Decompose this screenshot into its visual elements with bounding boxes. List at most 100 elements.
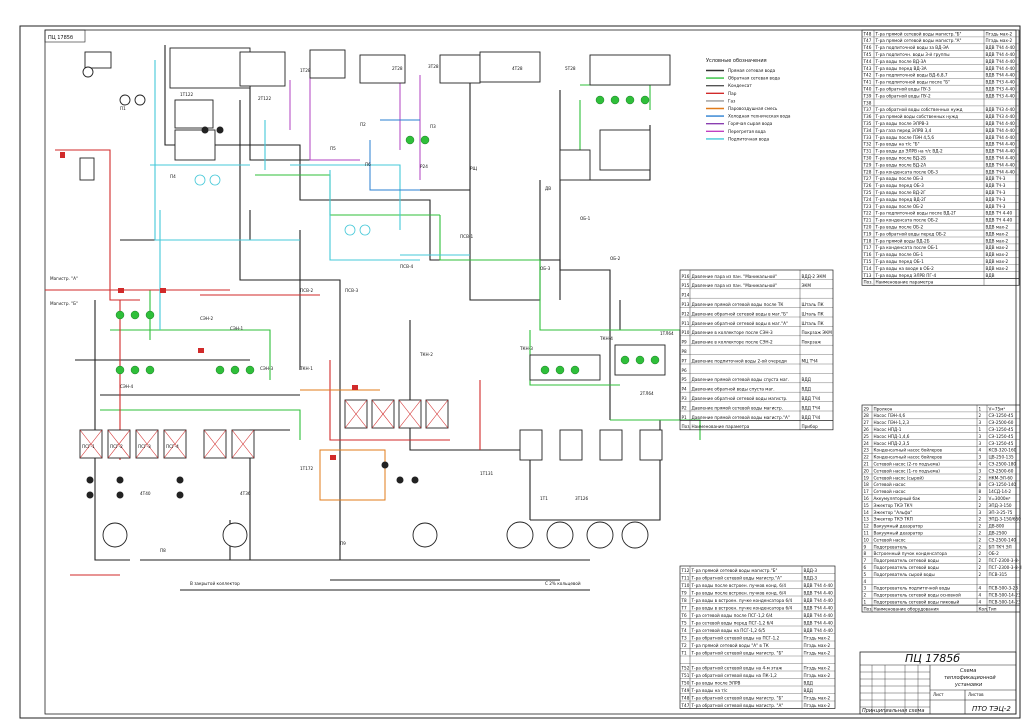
table-cell: Т-ра воды после ЭЛРВ	[691, 680, 741, 685]
table-cell: Давление пара из пан. "Маникальной"	[692, 274, 778, 279]
valve-label: СЭН-1	[230, 326, 244, 331]
table-cell: 19	[864, 475, 870, 480]
table-header-cell: Прибор	[802, 424, 819, 429]
table-cell: Т8	[681, 598, 688, 603]
table-cell: Т16	[863, 252, 872, 257]
table-cell: Т-ра воды в встроен. пучке конденсатора …	[691, 598, 793, 603]
steam-valve-markers	[60, 152, 358, 460]
table-cell: 2	[979, 413, 982, 418]
legend-item-label: Прямая сетевая вода	[728, 68, 776, 73]
table-cell: Р2	[682, 405, 688, 410]
table-cell: Т-ра прямой воды ВД-2Б	[875, 238, 930, 243]
label-psg3: ПСГ-3	[138, 444, 151, 449]
table-cell: 7	[864, 558, 867, 563]
table-cell: ВДВ ТЧ-3	[986, 176, 1006, 181]
table-header-cell: Наименование параметра	[692, 424, 750, 429]
table-cell: Давление обратной сетевой воды в маг."А"	[692, 321, 788, 326]
table-cell: Встроенный пучок конденсатора	[874, 551, 948, 556]
table-cell: ВДД	[804, 688, 814, 693]
table-cell: 4	[979, 586, 982, 591]
table-cell: Т43	[863, 66, 872, 71]
table-cell: 17	[864, 489, 870, 494]
table-cell: Т-ра обратной воды ПУ-3	[875, 87, 932, 92]
valve-label: П3	[430, 124, 436, 129]
valve-label: Р24	[420, 164, 428, 169]
table-cell: Пгздь мах-2	[804, 665, 831, 670]
table-cell: Т51	[681, 673, 690, 678]
legend-item-label: Пар	[728, 91, 737, 96]
table-cell: Т-ра воды после ОБ-3	[875, 176, 924, 181]
table-cell: Р11	[682, 321, 690, 326]
table-cell: Р3	[682, 396, 688, 401]
table-cell: 3	[979, 420, 982, 425]
table-cell: БП ТКЧ ЭЛ	[989, 544, 1012, 549]
table-cell: Р4	[682, 387, 688, 392]
table-cell: СЭ-2500-60	[989, 468, 1014, 473]
table-cell: V=75м³	[989, 406, 1006, 411]
table-cell: Т12	[681, 568, 690, 573]
table-cell: Т-ра обратной сетевой воды на 4-м этаж	[691, 665, 783, 670]
table-cell: ДВ-2500	[989, 531, 1008, 536]
table-cell: ВДВ ТЧ4 4-40	[804, 620, 834, 625]
valve-label: ТКН-1	[299, 366, 313, 371]
table-cell: 13	[864, 517, 870, 522]
table-cell: Т-ра подпиточной воды ВД-6,8,7	[875, 73, 948, 78]
table-cell: Т6	[681, 613, 688, 618]
table-cell: 3	[979, 510, 982, 515]
valve-label: П4	[170, 174, 176, 179]
table-cell: 1	[979, 427, 982, 432]
table-cell: ВДД	[802, 377, 812, 382]
table-cell: ВДВ ТЧ3 4-40	[986, 93, 1016, 98]
table-cell: Т39	[863, 93, 872, 98]
valve-label: 3Т28	[428, 64, 439, 69]
valve-label: 1Т1	[540, 496, 548, 501]
table-cell: Т-ра воды после ВД-2Г	[875, 190, 927, 195]
table-cell: Вакуумный деаэратор	[874, 524, 924, 529]
table-cell: 14	[864, 510, 870, 515]
valve-label: 5Т28	[565, 66, 576, 71]
table-cell: Т13	[863, 273, 872, 278]
label-psg2: ПСГ-2	[110, 444, 123, 449]
table-cell: ВДД	[802, 387, 812, 392]
table-cell: 3	[979, 441, 982, 446]
table-cell: Р7	[682, 358, 688, 363]
table-header-cell: Кол.	[979, 606, 989, 611]
table-cell: ВДВ ТЧ4 4-40	[804, 598, 834, 603]
table-cell: Т-ра прямой воды собственных нужд	[875, 114, 959, 119]
makeup-valve-markers	[194, 174, 371, 236]
table-cell: Т47	[863, 38, 872, 43]
table-cell: Т-ра воды после ЭЛРВ-3	[875, 121, 929, 126]
table-cell: ВДВ ТЧ4 4-40	[986, 73, 1016, 78]
table-cell: ВДД	[804, 680, 814, 685]
table-cell: Т2	[681, 643, 688, 648]
parameter-table-top: Т48 Т-ра прямой сетевой воды магистр."Б" П…	[861, 29, 1020, 286]
table-cell: КСВ-320-160	[989, 448, 1017, 453]
table-cell: ПСГ-2300-3-8-II	[989, 565, 1022, 570]
table-cell: ВДВ мах-2	[986, 231, 1009, 236]
table-cell: Т-ра воды на т/с	[691, 688, 729, 693]
table-cell: Пгздь мах-2	[804, 650, 831, 655]
table-cell: ВДВ	[986, 273, 995, 278]
valve-label: П8	[160, 548, 166, 553]
table-cell: Конденсатный насос бойлеров	[874, 455, 943, 460]
table-cell: ВДВ ТЧ4 4-40	[986, 135, 1016, 140]
table-cell: Давление подпиточной воды 2-ой очереди	[692, 358, 788, 363]
table-cell: Т21	[863, 218, 872, 223]
table-cell: ЭП-3-25-75	[989, 510, 1013, 515]
table-cell: СЭ-1250-45	[989, 434, 1014, 439]
label-psg4: ПСГ-4	[166, 444, 179, 449]
table-cell: Пгздь мах-2	[986, 38, 1013, 43]
table-cell: Т-ра воды на входе в ОБ-2	[875, 266, 935, 271]
table-cell: 29	[864, 406, 870, 411]
table-cell: Т-ра прямой сетевой воды магистр."Б"	[875, 31, 962, 36]
valve-label: ТКН-4	[599, 336, 613, 341]
table-cell: Т-ра сетевой воды перед ПСГ-1,2 6/4	[691, 620, 774, 625]
table-cell: Т-ра воды перед ВД-3А	[875, 66, 927, 71]
table-cell: 2	[979, 475, 982, 480]
valve-label: 1Т122	[180, 92, 194, 97]
table-cell: Т52	[681, 665, 690, 670]
valve-label: ПСВ-3	[345, 288, 358, 293]
table-cell: Р1	[682, 415, 688, 420]
table-cell: ВДВ ТЧ4 4-40	[986, 149, 1016, 154]
legend: Условные обозначения Прямая сетевая вода…	[706, 58, 791, 141]
